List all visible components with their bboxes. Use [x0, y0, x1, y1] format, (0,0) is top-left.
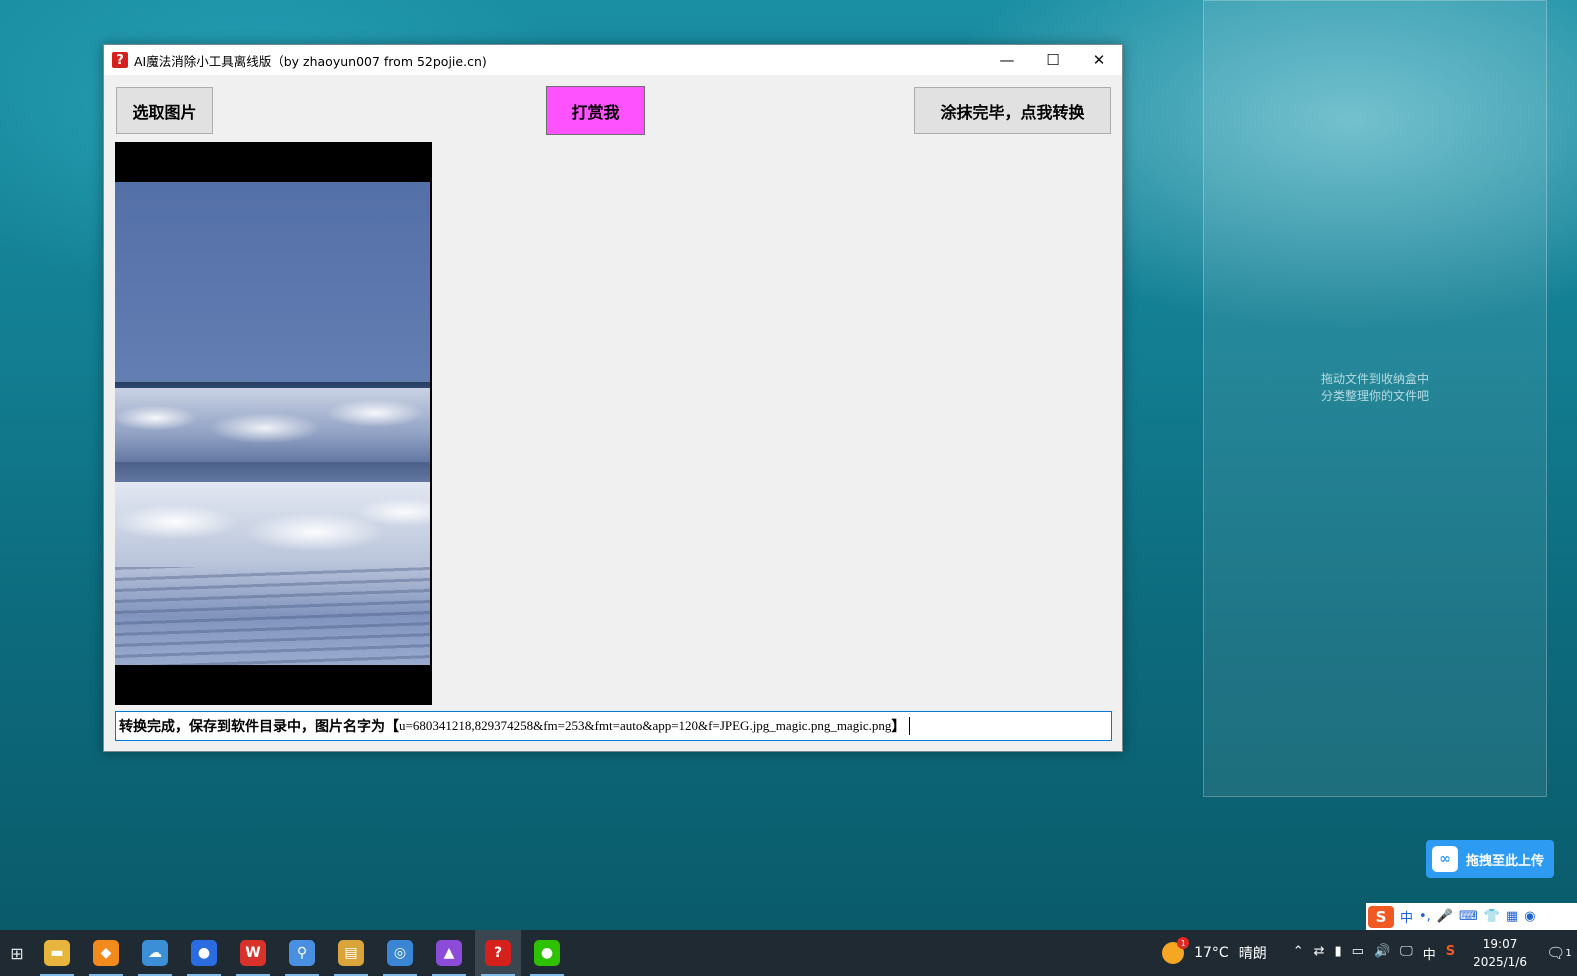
- battery-icon[interactable]: ▭: [1352, 944, 1364, 963]
- tray-lang[interactable]: 中: [1423, 944, 1436, 963]
- weather-badge: 1: [1177, 937, 1190, 949]
- fence-hint: 拖动文件到收纳盒中 分类整理你的文件吧: [1204, 371, 1546, 405]
- ime-punct[interactable]: •,: [1419, 909, 1431, 924]
- output-filename: u=680341218,829374258&fm=253&fmt=auto&ap…: [399, 718, 892, 733]
- taskbar-app[interactable]: ▤: [328, 930, 374, 976]
- editor-app-icon: ▲: [436, 940, 462, 966]
- image-canvas[interactable]: [115, 142, 432, 705]
- baidu-upload-button[interactable]: ∞ 拖拽至此上传: [1426, 840, 1554, 878]
- clock[interactable]: 19:07 2025/1/6: [1473, 935, 1527, 971]
- weather-desc: 晴朗: [1238, 946, 1267, 962]
- file-explorer-icon: ▬: [44, 940, 70, 966]
- magic-eraser-app-icon: ?: [485, 940, 511, 966]
- tray-icons: ⌃ ⇄ ▮ ▭ 🔊 🖵 中 S: [1293, 944, 1455, 963]
- fence-hint-line2: 分类整理你的文件吧: [1320, 389, 1429, 403]
- microphone-icon[interactable]: 🎤: [1437, 909, 1453, 924]
- close-button[interactable]: ✕: [1076, 45, 1122, 75]
- app-icon: ?: [112, 52, 128, 68]
- taskbar-apps: ▬ ◆ ☁ ● W ⚲ ▤ ◎ ▲? ●: [34, 930, 573, 976]
- volume-icon[interactable]: 🔊: [1374, 944, 1390, 963]
- app-orange-icon: ◆: [93, 940, 119, 966]
- select-image-button[interactable]: 选取图片: [116, 87, 213, 134]
- app-window: ? AI魔法消除小工具离线版（by zhaoyun007 from 52poji…: [103, 44, 1123, 752]
- taskbar: ⊞ ▬ ◆ ☁ ● W ⚲ ▤ ◎ ▲? ● 1 17°C 晴朗 ⌃ ⇄ ▮ ▭ 🔊 🖵 中 S …: [0, 930, 1577, 976]
- taskbar-app[interactable]: ▬: [34, 930, 80, 976]
- taskbar-app[interactable]: ☁: [132, 930, 178, 976]
- taskbar-app[interactable]: ◎: [377, 930, 423, 976]
- donate-button[interactable]: 打赏我: [546, 86, 645, 135]
- sogou-ime-icon[interactable]: S: [1368, 905, 1394, 928]
- wechat-icon: ●: [534, 940, 560, 966]
- desktop-fence[interactable]: 拖动文件到收纳盒中 分类整理你的文件吧: [1203, 0, 1547, 797]
- transfer-icon[interactable]: ⇄: [1314, 944, 1325, 963]
- pinned-app-icon: ⚲: [289, 940, 315, 966]
- network-icon[interactable]: 🖵: [1400, 944, 1413, 963]
- globe-app-icon: ◎: [387, 940, 413, 966]
- cloud-upload-icon: ∞: [1432, 846, 1458, 872]
- window-title: AI魔法消除小工具离线版（by zhaoyun007 from 52pojie.…: [134, 53, 487, 69]
- taskbar-app[interactable]: ▲: [426, 930, 472, 976]
- notif-count: 1: [1565, 947, 1572, 959]
- taskbar-app[interactable]: W: [230, 930, 276, 976]
- minimize-button[interactable]: —: [984, 45, 1030, 75]
- toolbox-icon[interactable]: ▦: [1506, 909, 1518, 924]
- app-blue-cloud-icon: ☁: [142, 940, 168, 966]
- taskbar-app[interactable]: ●: [524, 930, 570, 976]
- clock-date: 2025/1/6: [1473, 955, 1527, 969]
- fence-hint-line1: 拖动文件到收纳盒中: [1320, 372, 1429, 386]
- system-tray: 1 17°C 晴朗 ⌃ ⇄ ▮ ▭ 🔊 🖵 中 S 19:07 2025/1/6…: [1162, 930, 1577, 976]
- chevron-up-icon[interactable]: ⌃: [1293, 944, 1304, 963]
- weather-widget[interactable]: 1 17°C 晴朗: [1162, 937, 1267, 964]
- status-message: 转换完成，保存到软件目录中，图片名字为【: [119, 719, 399, 735]
- weather-icon: 1: [1162, 937, 1190, 964]
- text-caret: [909, 717, 911, 735]
- title-bar[interactable]: ? AI魔法消除小工具离线版（by zhaoyun007 from 52poji…: [104, 45, 1122, 75]
- ime-mode[interactable]: 中: [1400, 907, 1413, 926]
- signal-icon[interactable]: ▮: [1335, 944, 1342, 963]
- ocean-wave-photo[interactable]: [115, 182, 430, 665]
- notification-center-icon[interactable]: 🗨 1: [1541, 944, 1577, 962]
- convert-button[interactable]: 涂抹完毕，点我转换: [914, 87, 1111, 134]
- status-output-field[interactable]: 转换完成，保存到软件目录中，图片名字为【 u=680341218,8293742…: [115, 711, 1112, 741]
- taskbar-app[interactable]: ⚲: [279, 930, 325, 976]
- taskbar-app[interactable]: ?: [475, 930, 521, 976]
- clock-time: 19:07: [1482, 937, 1518, 951]
- skin-icon[interactable]: 👕: [1484, 909, 1500, 924]
- archive-icon: ▤: [338, 940, 364, 966]
- wps-icon: W: [240, 940, 266, 966]
- status-suffix: 】: [891, 719, 906, 735]
- window-controls: — ☐ ✕: [984, 45, 1122, 75]
- sogou-tray-icon[interactable]: S: [1446, 944, 1455, 963]
- ime-toolbar[interactable]: S 中 •, 🎤 ⌨ 👕 ▦ ◉: [1366, 903, 1577, 930]
- browser-icon: ●: [191, 940, 217, 966]
- upload-label: 拖拽至此上传: [1466, 853, 1545, 869]
- task-view-icon[interactable]: ⊞: [0, 930, 34, 976]
- maximize-button[interactable]: ☐: [1030, 45, 1076, 75]
- keyboard-icon[interactable]: ⌨: [1459, 909, 1478, 924]
- taskbar-app[interactable]: ◆: [83, 930, 129, 976]
- taskbar-app[interactable]: ●: [181, 930, 227, 976]
- weather-temp: 17°C: [1194, 945, 1229, 961]
- ime-mascot-icon[interactable]: ◉: [1524, 909, 1535, 924]
